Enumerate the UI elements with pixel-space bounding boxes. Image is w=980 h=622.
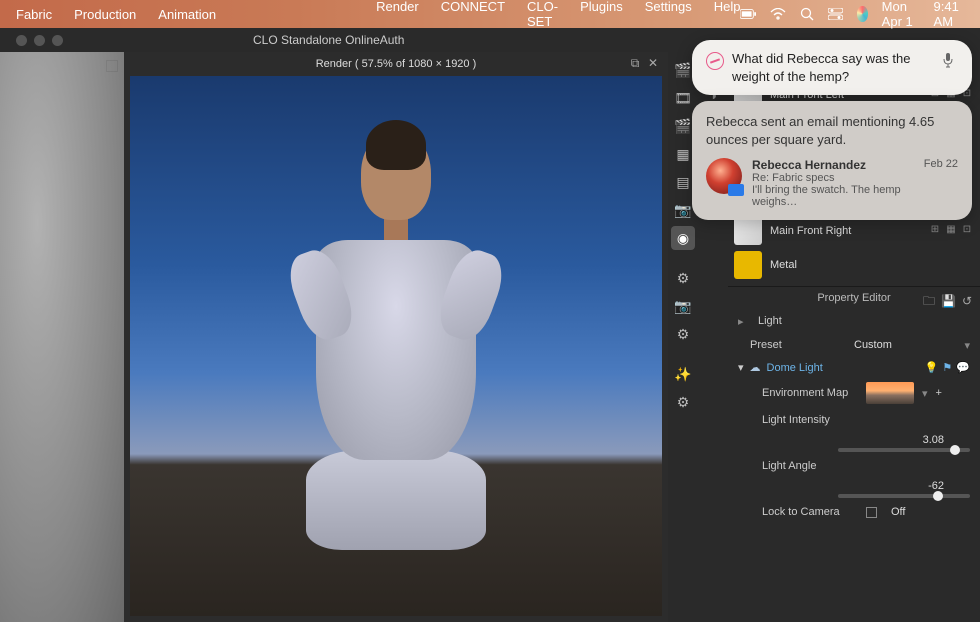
render-header: Render ( 57.5% of 1080 × 1920 ) ⧉ ✕ bbox=[124, 52, 668, 76]
tool-gear-icon[interactable]: ⚙ bbox=[671, 266, 695, 290]
mesh-preview[interactable] bbox=[0, 52, 124, 622]
preset-label: Preset bbox=[750, 339, 846, 351]
contact-name: Rebecca Hernandez bbox=[752, 158, 914, 172]
render-close-icon[interactable]: ✕ bbox=[646, 56, 660, 70]
window-zoom[interactable] bbox=[52, 35, 63, 46]
email-subject: Re: Fabric specs bbox=[752, 172, 914, 184]
object-thumb bbox=[734, 217, 762, 245]
object-name: Main Front Right bbox=[770, 225, 920, 237]
light-label: Light bbox=[758, 315, 854, 327]
menu-animation[interactable]: Animation bbox=[158, 7, 216, 22]
lock-checkbox[interactable] bbox=[866, 507, 877, 518]
email-result-card[interactable]: Rebecca Hernandez Re: Fabric specs I'll … bbox=[706, 158, 958, 208]
menubar-date[interactable]: Mon Apr 1 bbox=[882, 0, 920, 29]
menu-fabric[interactable]: Fabric bbox=[16, 7, 52, 22]
intensity-value: 3.08 bbox=[838, 434, 970, 446]
render-viewport[interactable] bbox=[130, 76, 662, 616]
siri-query-bubble[interactable]: What did Rebecca say was the weight of t… bbox=[692, 40, 972, 95]
menu-closet[interactable]: CLO-SET bbox=[527, 0, 558, 29]
reset-icon[interactable]: ↺ bbox=[962, 290, 972, 312]
angle-label: Light Angle bbox=[762, 460, 858, 472]
tool-snapshot-icon[interactable]: ◉ bbox=[671, 226, 695, 250]
collapse-icon[interactable]: ▾ bbox=[738, 361, 744, 374]
folder-icon[interactable]: 🗀 bbox=[923, 290, 935, 312]
email-date: Feb 22 bbox=[924, 158, 958, 170]
siri-icon[interactable] bbox=[857, 6, 867, 22]
lock-value: Off bbox=[891, 506, 905, 518]
search-icon[interactable] bbox=[800, 6, 814, 22]
app-title: CLO Standalone OnlineAuth bbox=[253, 33, 404, 47]
tool-wand-icon[interactable]: ✨ bbox=[671, 362, 695, 386]
more-icon[interactable]: ⊡ bbox=[960, 224, 974, 238]
dome-light-label: Dome Light bbox=[767, 362, 823, 374]
expand-icon[interactable]: ▸ bbox=[738, 315, 750, 328]
wifi-icon[interactable] bbox=[770, 6, 786, 22]
menu-connect[interactable]: CONNECT bbox=[441, 0, 505, 29]
menu-render[interactable]: Render bbox=[376, 0, 419, 29]
angle-slider[interactable] bbox=[838, 494, 970, 498]
save-icon[interactable]: 💾 bbox=[941, 290, 956, 312]
dropdown-icon[interactable]: ▾ bbox=[964, 339, 970, 352]
tool-gear2-icon[interactable]: ⚙ bbox=[671, 322, 695, 346]
window-minimize[interactable] bbox=[34, 35, 45, 46]
siri-logo-icon bbox=[706, 52, 724, 70]
tool-gear3-icon[interactable]: ⚙ bbox=[671, 390, 695, 414]
object-row[interactable]: Metal bbox=[728, 248, 980, 282]
chat-icon[interactable]: 💬 bbox=[956, 361, 970, 374]
battery-icon[interactable] bbox=[740, 6, 756, 22]
dome-light-row[interactable]: ▾ ☁ Dome Light 💡 ⚑ 💬 bbox=[728, 357, 980, 378]
property-editor: Property Editor 🗀 💾 ↺ ▸ Light Preset Cus… bbox=[728, 286, 980, 622]
macos-menubar: Fabric Production Animation Render CONNE… bbox=[0, 0, 980, 28]
mail-badge-icon bbox=[728, 184, 744, 196]
siri-summary: Rebecca sent an email mentioning 4.65 ou… bbox=[706, 113, 958, 148]
env-map-label: Environment Map bbox=[762, 387, 858, 399]
env-add-icon[interactable]: + bbox=[936, 387, 942, 399]
siri-overlay: What did Rebecca say was the weight of t… bbox=[692, 40, 972, 220]
grid-icon[interactable]: ▦ bbox=[944, 224, 958, 238]
env-expand-icon[interactable]: ▾ bbox=[922, 387, 928, 400]
intensity-label: Light Intensity bbox=[762, 414, 858, 426]
lock-label: Lock to Camera bbox=[762, 506, 858, 518]
add-icon[interactable]: ⊞ bbox=[928, 224, 942, 238]
avatar-figure bbox=[300, 130, 492, 589]
menubar-time[interactable]: 9:41 AM bbox=[934, 0, 964, 29]
tool-camera2-icon[interactable]: 📷 bbox=[671, 294, 695, 318]
control-center-icon[interactable] bbox=[828, 6, 843, 22]
window-close[interactable] bbox=[16, 35, 27, 46]
siri-result-panel: Rebecca sent an email mentioning 4.65 ou… bbox=[692, 101, 972, 220]
object-thumb bbox=[734, 251, 762, 279]
property-editor-title: Property Editor bbox=[817, 292, 890, 304]
preset-value[interactable]: Custom bbox=[854, 339, 956, 351]
render-popout-icon[interactable]: ⧉ bbox=[628, 56, 642, 70]
contact-avatar bbox=[706, 158, 742, 194]
menu-help[interactable]: Help bbox=[714, 0, 741, 29]
microphone-icon[interactable] bbox=[942, 52, 958, 68]
render-title: Render ( 57.5% of 1080 × 1920 ) bbox=[316, 58, 477, 70]
siri-query-text: What did Rebecca say was the weight of t… bbox=[732, 50, 934, 85]
angle-value: -62 bbox=[838, 480, 970, 492]
menu-plugins[interactable]: Plugins bbox=[580, 0, 623, 29]
bulb-icon[interactable]: 💡 bbox=[925, 361, 939, 374]
intensity-slider[interactable] bbox=[838, 448, 970, 452]
left-preview-panel bbox=[0, 52, 124, 622]
menu-settings[interactable]: Settings bbox=[645, 0, 692, 29]
env-map-thumb[interactable] bbox=[866, 382, 914, 404]
menu-production[interactable]: Production bbox=[74, 7, 136, 22]
flag-icon[interactable]: ⚑ bbox=[942, 361, 952, 374]
email-preview: I'll bring the swatch. The hemp weighs… bbox=[752, 184, 914, 208]
object-name: Metal bbox=[770, 259, 974, 271]
